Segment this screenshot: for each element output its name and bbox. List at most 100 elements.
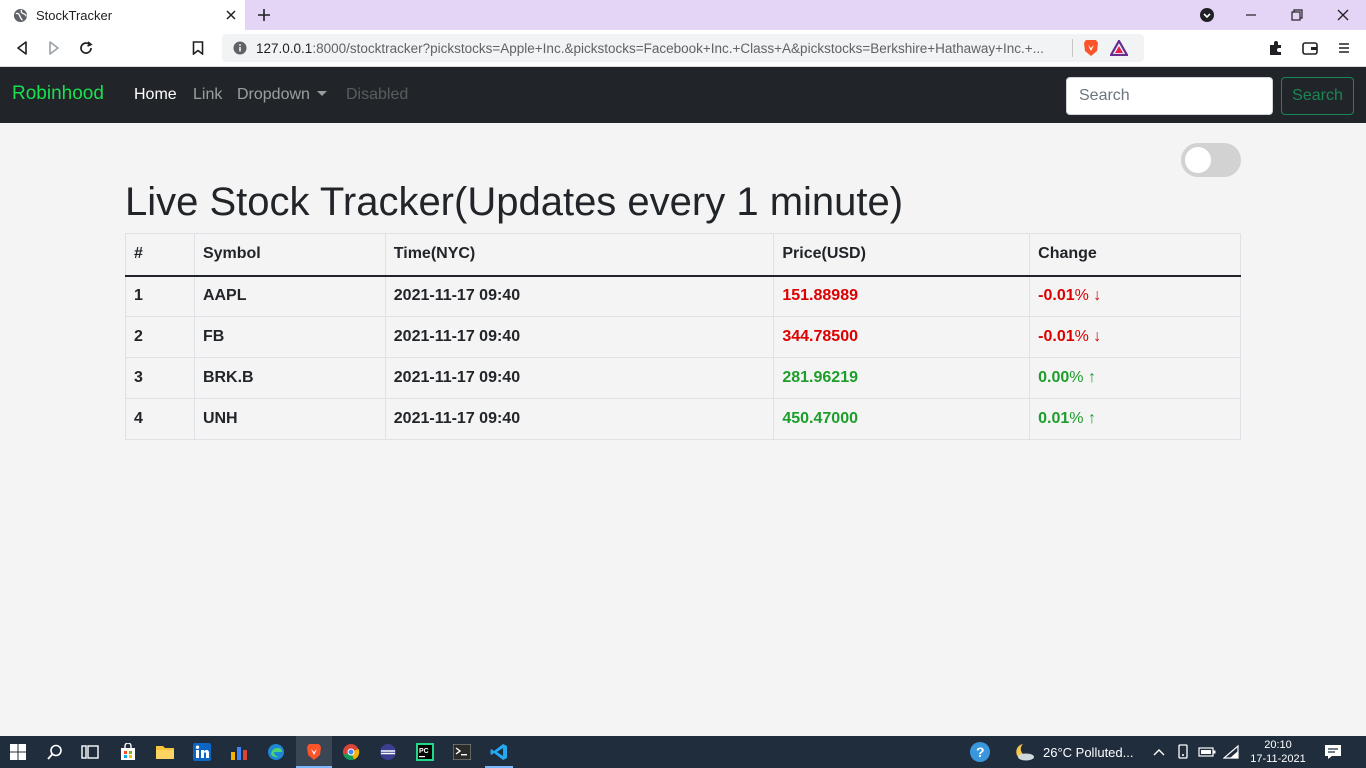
price-cell: 450.47000 (773, 398, 1031, 440)
browser-tab[interactable]: StockTracker (0, 0, 245, 30)
windows-start-icon[interactable] (6, 740, 30, 764)
weather-moon-icon (1012, 740, 1036, 764)
store-icon[interactable] (116, 740, 140, 764)
time-cell: 2021-11-17 09:40 (384, 357, 775, 399)
change-value: -0.01 (1038, 287, 1075, 305)
row-number: 3 (125, 357, 195, 399)
brave-shield-icon[interactable] (1081, 38, 1101, 58)
clock-date: 17-11-2021 (1250, 753, 1306, 765)
svg-text:PC: PC (419, 748, 429, 755)
stock-table: # Symbol Time(NYC) Price(USD) Change 1 A… (125, 233, 1241, 440)
time-cell: 2021-11-17 09:40 (384, 316, 775, 358)
task-view-icon[interactable] (78, 740, 102, 764)
window-close-icon[interactable] (1320, 0, 1366, 30)
nav-link-disabled: Disabled (346, 86, 409, 103)
tab-search-icon[interactable] (1184, 0, 1230, 30)
table-row: 1 AAPL 2021-11-17 09:40 151.88989 -0.01%… (125, 275, 1241, 317)
toggle-knob (1185, 147, 1211, 173)
extensions-icon[interactable] (1264, 36, 1288, 60)
edge-icon[interactable] (264, 740, 288, 764)
app-icon[interactable] (376, 740, 400, 764)
percent-sign: % (1074, 287, 1089, 305)
notifications-icon[interactable] (1321, 740, 1345, 764)
vscode-icon[interactable] (487, 740, 511, 764)
forward-icon[interactable] (42, 36, 66, 60)
system-clock[interactable]: 20:10 17-11-2021 (1244, 738, 1312, 766)
address-bar[interactable]: 127.0.0.1:8000/stocktracker?pickstocks=A… (222, 34, 1144, 62)
change-cell: 0.01% ↑ (1029, 398, 1241, 440)
nav-dropdown[interactable]: Dropdown (237, 86, 327, 104)
column-header: Price(USD) (773, 233, 1031, 277)
price-cell: 281.96219 (773, 357, 1031, 399)
arrow-up-icon: ↑ (1087, 410, 1096, 427)
chrome-icon[interactable] (339, 740, 363, 764)
tab-close-icon[interactable] (221, 5, 241, 25)
navbar: Robinhood Home Link Dropdown Disabled Se… (0, 67, 1366, 123)
search-icon[interactable] (43, 740, 67, 764)
row-number: 1 (125, 275, 195, 317)
column-header: Change (1029, 233, 1241, 277)
linkedin-icon[interactable] (190, 740, 214, 764)
row-number: 4 (125, 398, 195, 440)
bookmark-icon[interactable] (186, 36, 210, 60)
chevron-up-icon[interactable] (1147, 740, 1171, 764)
wifi-icon[interactable] (1219, 740, 1243, 764)
weather-text[interactable]: 26°C Polluted... (1043, 745, 1133, 760)
change-cell: 0.00% ↑ (1029, 357, 1241, 399)
change-cell: -0.01% ↓ (1029, 275, 1241, 317)
svg-text:?: ? (976, 744, 985, 760)
pycharm-icon[interactable]: PC (413, 740, 437, 764)
symbol-cell: UNH (193, 398, 386, 440)
column-header: Time(NYC) (384, 233, 775, 277)
nav-link-home[interactable]: Home (134, 86, 177, 104)
terminal-icon[interactable] (450, 740, 474, 764)
taskbar: PC ? 26°C Polluted... 20:10 17-11-2021 (0, 736, 1366, 768)
url-text[interactable]: 127.0.0.1:8000/stocktracker?pickstocks=A… (256, 41, 1068, 56)
new-tab-icon[interactable] (254, 5, 274, 25)
site-info-icon[interactable] (232, 40, 248, 56)
url-host: 127.0.0.1 (256, 40, 313, 56)
time-cell: 2021-11-17 09:40 (384, 398, 775, 440)
brave-rewards-icon[interactable] (1109, 38, 1129, 58)
navbar-brand[interactable]: Robinhood (12, 83, 104, 105)
theme-toggle-switch[interactable] (1181, 143, 1241, 177)
symbol-cell: FB (193, 316, 386, 358)
globe-icon (12, 7, 28, 23)
device-icon[interactable] (1171, 740, 1195, 764)
nav-dropdown-label: Dropdown (237, 86, 310, 103)
stocks-app-icon[interactable] (227, 740, 251, 764)
price-cell: 344.78500 (773, 316, 1031, 358)
back-icon[interactable] (10, 36, 34, 60)
restore-icon[interactable] (1274, 0, 1320, 30)
symbol-cell: AAPL (193, 275, 386, 317)
nav-link-link[interactable]: Link (193, 86, 222, 104)
change-value: 0.01 (1038, 410, 1070, 427)
symbol-cell: BRK.B (193, 357, 386, 399)
tab-title: StockTracker (36, 7, 113, 23)
help-icon[interactable]: ? (968, 740, 992, 764)
url-path: :8000/stocktracker?pickstocks=Apple+Inc.… (312, 40, 1044, 56)
percent-sign: % (1069, 410, 1084, 427)
percent-sign: % (1074, 328, 1089, 345)
time-cell: 2021-11-17 09:40 (384, 275, 775, 317)
table-row: 3 BRK.B 2021-11-17 09:40 281.96219 0.00%… (125, 357, 1241, 399)
price-cell: 151.88989 (773, 275, 1031, 317)
divider (1072, 39, 1073, 57)
change-cell: -0.01% ↓ (1029, 316, 1241, 358)
column-header: # (125, 233, 195, 277)
column-header: Symbol (193, 233, 386, 277)
battery-icon[interactable] (1195, 740, 1219, 764)
page-title: Live Stock Tracker(Updates every 1 minut… (125, 180, 904, 224)
arrow-up-icon: ↑ (1087, 369, 1096, 386)
menu-icon[interactable] (1332, 36, 1356, 60)
search-input[interactable] (1066, 77, 1273, 115)
file-explorer-icon[interactable] (153, 740, 177, 764)
wallet-icon[interactable] (1298, 36, 1322, 60)
reload-icon[interactable] (74, 36, 98, 60)
minimize-icon[interactable] (1228, 0, 1274, 30)
search-button[interactable]: Search (1281, 77, 1354, 115)
arrow-down-icon: ↓ (1093, 287, 1102, 305)
brave-browser-icon[interactable] (302, 740, 326, 764)
change-value: 0.00 (1038, 369, 1070, 386)
browser-toolbar: 127.0.0.1:8000/stocktracker?pickstocks=A… (0, 30, 1366, 67)
